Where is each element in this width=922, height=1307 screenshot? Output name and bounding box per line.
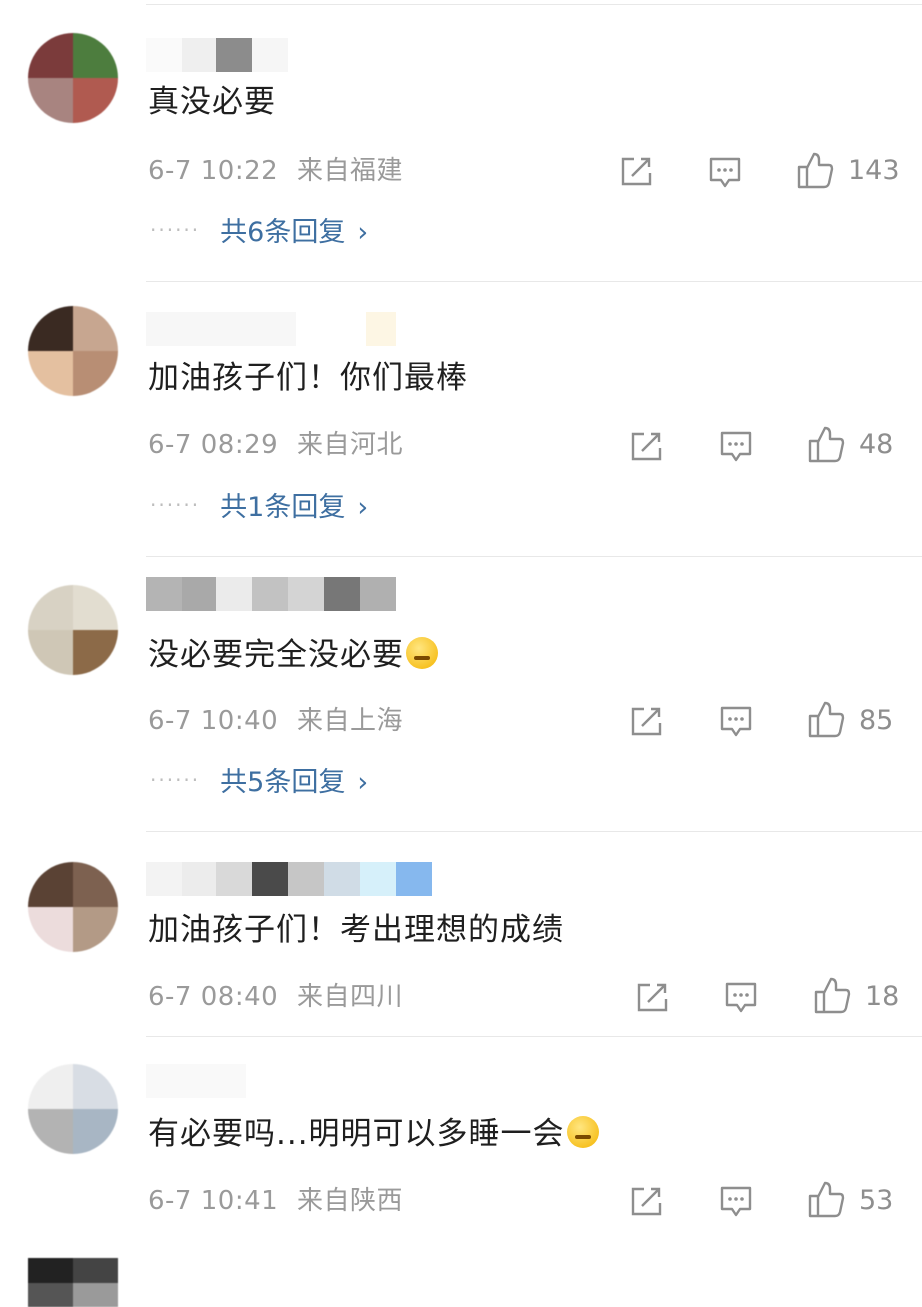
thumbs-up-icon[interactable]: [813, 975, 851, 1015]
like-count: 85: [859, 705, 894, 736]
comment-meta: 6-7 08:40 来自四川: [148, 980, 403, 1014]
replies-count[interactable]: 共6条回复: [220, 217, 345, 248]
username-blurred[interactable]: [146, 1064, 246, 1098]
comment-divider: [146, 831, 922, 832]
like-count: 18: [865, 981, 900, 1012]
comment-time: 6-7 10:41: [148, 1186, 279, 1216]
comment-time: 6-7 08:40: [148, 982, 279, 1012]
comment-divider: [146, 1036, 922, 1037]
share-icon[interactable]: [630, 1185, 664, 1217]
comment-divider: [146, 281, 922, 282]
top-divider: [146, 4, 922, 5]
comment-meta: 6-7 10:40 来自上海: [148, 704, 403, 738]
comment-meta: 6-7 08:29 来自河北: [148, 428, 403, 462]
share-icon[interactable]: [630, 430, 664, 462]
comment-icon[interactable]: [708, 156, 742, 190]
replies-link[interactable]: ······ 共5条回复 ›: [150, 762, 368, 801]
comment-location: 来自陕西: [296, 1186, 403, 1216]
like-count: 143: [848, 155, 900, 186]
username-blurred[interactable]: [146, 312, 396, 346]
avatar-partial[interactable]: [28, 1258, 118, 1307]
share-icon[interactable]: [630, 705, 664, 737]
share-icon[interactable]: [620, 155, 654, 187]
comment-icon[interactable]: [719, 430, 753, 464]
avatar[interactable]: [28, 1064, 118, 1154]
thumbs-up-icon[interactable]: [807, 1179, 845, 1219]
replies-link[interactable]: ······ 共1条回复 ›: [150, 487, 368, 526]
username-blurred[interactable]: [146, 38, 288, 72]
chevron-right-icon: ›: [357, 492, 369, 523]
comment-icon[interactable]: [719, 1185, 753, 1219]
laugh-cry-emoji-icon: [566, 1116, 599, 1148]
comment-time: 6-7 10:22: [148, 156, 279, 186]
username-blurred[interactable]: [146, 577, 396, 611]
username-blurred[interactable]: [146, 862, 432, 896]
comment-text: 没必要完全没必要: [148, 635, 438, 675]
chevron-right-icon: ›: [357, 767, 369, 798]
comment-meta: 6-7 10:22 来自福建: [148, 154, 403, 188]
comment-time: 6-7 10:40: [148, 706, 279, 736]
comment-text: 真没必要: [148, 84, 276, 120]
comment-meta: 6-7 10:41 来自陕西: [148, 1184, 403, 1218]
replies-count[interactable]: 共1条回复: [220, 492, 345, 523]
replies-link[interactable]: ······ 共6条回复 ›: [150, 212, 368, 251]
comment-icon[interactable]: [724, 981, 758, 1015]
comment-text: 加油孩子们！考出理想的成绩: [148, 912, 564, 948]
chevron-right-icon: ›: [357, 217, 369, 248]
comment-location: 来自河北: [296, 430, 403, 460]
comment-location: 来自上海: [296, 706, 403, 736]
like-count: 53: [859, 1185, 894, 1216]
comment-time: 6-7 08:29: [148, 430, 279, 460]
like-count: 48: [859, 429, 894, 460]
replies-count[interactable]: 共5条回复: [220, 767, 345, 798]
sweat-emoji-icon: [406, 637, 438, 669]
avatar[interactable]: [28, 33, 118, 123]
comment-icon[interactable]: [719, 705, 753, 739]
thumbs-up-icon[interactable]: [796, 150, 834, 190]
comment-text-content: 没必要完全没必要: [148, 637, 404, 673]
share-icon[interactable]: [636, 981, 670, 1013]
comment-text-content: 有必要吗...明明可以多睡一会: [148, 1116, 565, 1152]
avatar[interactable]: [28, 862, 118, 952]
thumbs-up-icon[interactable]: [807, 424, 845, 464]
comment-location: 来自四川: [296, 982, 403, 1012]
avatar[interactable]: [28, 306, 118, 396]
comment-text: 有必要吗...明明可以多睡一会: [148, 1114, 599, 1154]
comment-location: 来自福建: [296, 156, 403, 186]
avatar[interactable]: [28, 585, 118, 675]
comment-text: 加油孩子们！你们最棒: [148, 360, 468, 396]
replies-dots: ······: [150, 218, 201, 242]
replies-dots: ······: [150, 493, 201, 517]
comment-divider: [146, 556, 922, 557]
thumbs-up-icon[interactable]: [807, 699, 845, 739]
replies-dots: ······: [150, 768, 201, 792]
